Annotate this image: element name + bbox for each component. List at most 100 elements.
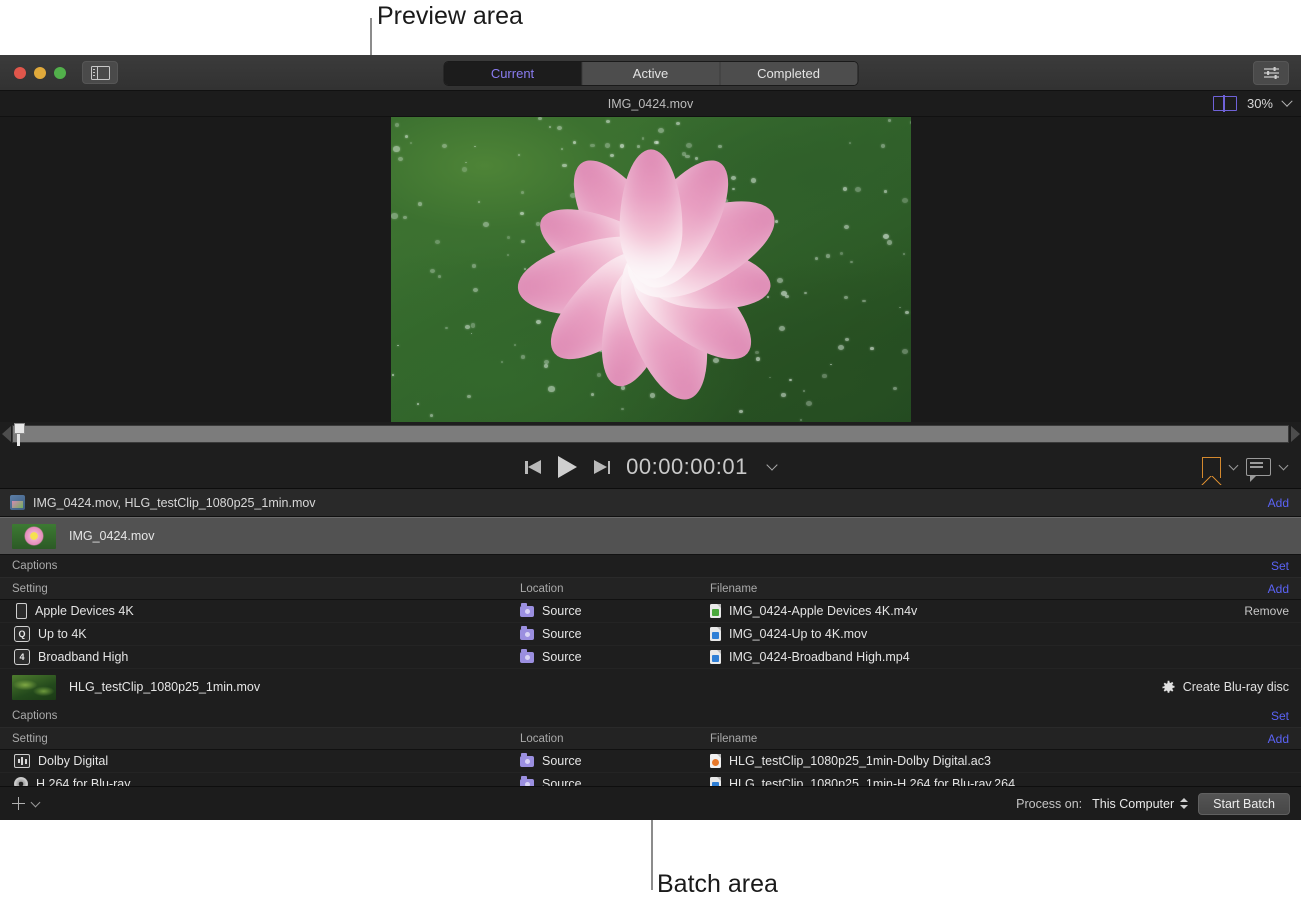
scrubber-playhead[interactable]	[14, 423, 23, 443]
preview-area	[0, 117, 1301, 422]
transport-controls: 00:00:00:01	[0, 446, 1301, 489]
filename-text: IMG_0424-Apple Devices 4K.m4v	[729, 604, 917, 618]
water-droplet	[899, 307, 901, 308]
cell-filename[interactable]: IMG_0424-Up to 4K.mov	[710, 623, 1181, 646]
phone-icon	[16, 603, 27, 619]
tab-active[interactable]: Active	[582, 62, 720, 85]
captions-set-link[interactable]: Set	[1271, 709, 1289, 723]
job-header[interactable]: IMG_0424.mov	[0, 517, 1301, 555]
cell-action[interactable]: Remove	[1181, 600, 1301, 623]
captions-row[interactable]: Captions Set	[0, 705, 1301, 728]
go-to-end-button[interactable]	[593, 460, 610, 475]
water-droplet	[849, 142, 851, 144]
marker-icon[interactable]	[1202, 457, 1221, 478]
remove-link[interactable]: Remove	[1244, 604, 1289, 618]
start-batch-button[interactable]: Start Batch	[1198, 793, 1290, 815]
water-droplet	[398, 157, 403, 161]
mov-file-icon	[710, 627, 721, 641]
batch-header: IMG_0424.mov, HLG_testClip_1080p25_1min.…	[0, 489, 1301, 517]
cell-location[interactable]: Source	[520, 600, 710, 623]
cell-setting: QUp to 4K	[0, 623, 520, 646]
captions-chevron-down-icon[interactable]	[1279, 461, 1289, 471]
batch-area-callout-line	[651, 820, 653, 890]
preview-header: IMG_0424.mov 30%	[0, 91, 1301, 117]
cell-action	[1181, 750, 1301, 773]
water-droplet	[883, 234, 889, 239]
timecode-display[interactable]: 00:00:00:01	[626, 454, 748, 480]
settings-table: SettingLocationFilenameAddApple Devices …	[0, 578, 1301, 669]
add-output-link[interactable]: Add	[1268, 732, 1289, 746]
go-to-start-button[interactable]	[525, 460, 542, 475]
table-row[interactable]: 4Broadband High Source IMG_0424-Broadband …	[0, 646, 1301, 669]
filename-text: HLG_testClip_1080p25_1min-Dolby Digital.…	[729, 754, 991, 768]
audio-icon	[14, 754, 30, 768]
zoom-level-value[interactable]: 30%	[1247, 96, 1273, 111]
location-name: Source	[542, 627, 582, 641]
process-on-select[interactable]: This Computer	[1092, 797, 1188, 811]
table-row[interactable]: Apple Devices 4K Source IMG_0424-Apple Dev…	[0, 600, 1301, 623]
h264-badge-icon: 4	[14, 649, 30, 665]
scrubber-track[interactable]	[12, 425, 1289, 443]
close-button[interactable]	[14, 67, 26, 79]
water-droplet	[395, 123, 400, 127]
job-filename: HLG_testClip_1080p25_1min.mov	[69, 680, 260, 694]
create-blu-ray-disc-button[interactable]: Create Blu-ray disc	[1161, 680, 1289, 695]
water-droplet	[881, 144, 885, 148]
scrubber-left-cap[interactable]	[0, 426, 12, 442]
minimize-button[interactable]	[34, 67, 46, 79]
cell-setting: Apple Devices 4K	[0, 600, 520, 623]
job-header[interactable]: HLG_testClip_1080p25_1min.mov Create Blu-…	[0, 669, 1301, 705]
lotus-flower	[456, 120, 846, 420]
captions-set-link[interactable]: Set	[1271, 559, 1289, 573]
play-button[interactable]	[558, 456, 577, 478]
water-droplet	[884, 190, 887, 192]
water-droplet	[862, 300, 865, 303]
scrubber-right-cap[interactable]	[1289, 426, 1301, 442]
location-name: Source	[542, 650, 582, 664]
water-droplet	[435, 240, 440, 244]
cell-location[interactable]: Source	[520, 623, 710, 646]
cell-location[interactable]: Source	[520, 750, 710, 773]
table-row[interactable]: QUp to 4K Source IMG_0424-Up to 4K.mov	[0, 623, 1301, 646]
add-output-link[interactable]: Add	[1268, 582, 1289, 596]
timecode-chevron-down-icon[interactable]	[766, 459, 777, 470]
captions-label: Captions	[12, 710, 57, 722]
water-droplet	[800, 419, 802, 420]
tab-current[interactable]: Current	[444, 62, 582, 85]
marker-chevron-down-icon[interactable]	[1229, 461, 1239, 471]
view-segmented-control[interactable]: Current Active Completed	[443, 61, 858, 86]
inspector-toggle-button[interactable]	[1253, 61, 1289, 85]
sliders-icon	[1263, 66, 1280, 80]
cell-filename[interactable]: IMG_0424-Apple Devices 4K.m4v	[710, 600, 1181, 623]
table-row[interactable]: Dolby Digital Source HLG_testClip_1080p25_…	[0, 750, 1301, 773]
add-files-button[interactable]	[12, 797, 39, 810]
cell-location[interactable]: Source	[520, 646, 710, 669]
captions-row[interactable]: CaptionsSet	[0, 555, 1301, 578]
captions-icon[interactable]	[1246, 458, 1271, 476]
setting-name: Apple Devices 4K	[35, 604, 134, 618]
preview-scrubber-row[interactable]	[0, 422, 1301, 446]
chevron-down-icon[interactable]	[1281, 95, 1292, 106]
water-droplet	[393, 146, 399, 151]
water-droplet	[418, 202, 422, 205]
tab-completed[interactable]: Completed	[720, 62, 857, 85]
column-header-setting: Setting	[0, 728, 520, 750]
water-droplet	[391, 213, 397, 218]
compressor-window: Current Active Completed IMG_0424.mov	[0, 55, 1301, 820]
water-droplet	[902, 349, 908, 354]
batch-job[interactable]: IMG_0424.movCaptionsSetSettingLocationFi…	[0, 517, 1301, 669]
split-view-icon[interactable]	[1213, 96, 1237, 111]
batch-add-link[interactable]: Add	[1268, 496, 1289, 510]
cell-filename[interactable]: HLG_testClip_1080p25_1min-Dolby Digital.…	[710, 750, 1181, 773]
jobs-container: IMG_0424.mov Captions Set SettingLocationFi…	[0, 517, 1301, 819]
cell-filename[interactable]: IMG_0424-Broadband High.mp4	[710, 646, 1181, 669]
setting-name: Dolby Digital	[38, 754, 108, 768]
cell-setting: 4Broadband High	[0, 646, 520, 669]
zoom-button[interactable]	[54, 67, 66, 79]
batch-area: IMG_0424.mov, HLG_testClip_1080p25_1min.…	[0, 489, 1301, 820]
batch-area-annotation-label: Batch area	[657, 870, 778, 899]
add-chevron-down-icon	[31, 797, 41, 807]
setting-name: Up to 4K	[38, 627, 87, 641]
sidebar-toggle-button[interactable]	[82, 61, 118, 84]
create-blu-ray-disc-label: Create Blu-ray disc	[1183, 680, 1289, 694]
